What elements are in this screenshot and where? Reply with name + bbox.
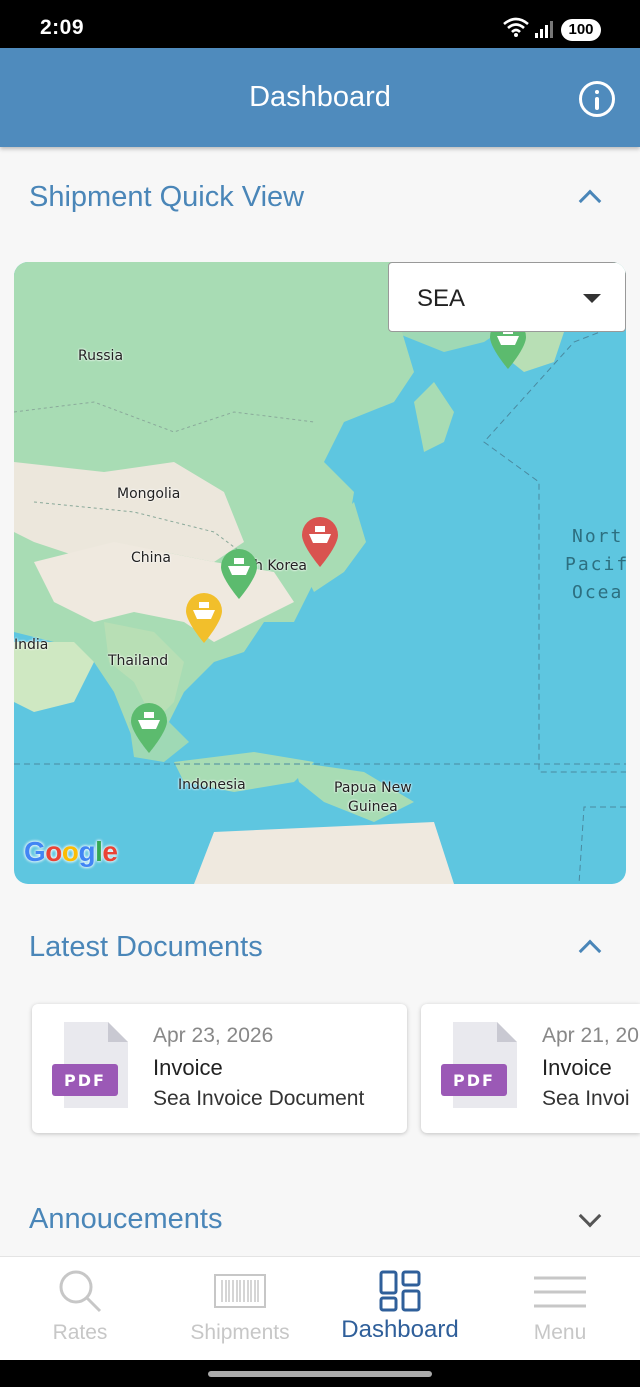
battery-indicator: 100 xyxy=(561,19,601,41)
latest-documents-title[interactable]: Latest Documents xyxy=(29,931,263,964)
document-description: Sea Invoice Document xyxy=(153,1087,365,1110)
shipment-quick-view-title[interactable]: Shipment Quick View xyxy=(29,181,304,214)
nav-item-shipments[interactable]: Shipments xyxy=(160,1257,320,1361)
shipment-pin-red[interactable] xyxy=(300,516,340,568)
dropdown-arrow-icon xyxy=(583,294,601,303)
pdf-file-icon: PDF xyxy=(52,1022,128,1108)
document-card[interactable]: PDF Apr 23, 2026 Invoice Sea Invoice Doc… xyxy=(32,1004,407,1133)
document-card[interactable]: PDF Apr 21, 20 Invoice Sea Invoi xyxy=(421,1004,640,1133)
system-home-bar xyxy=(0,1360,640,1387)
collapse-shipment-view-chevron-icon[interactable] xyxy=(578,189,602,213)
google-logo: Google xyxy=(24,836,118,867)
collapse-documents-chevron-icon[interactable] xyxy=(578,939,602,963)
status-bar: 2:09 100 xyxy=(0,0,640,48)
ocean-label-line2: Pacif xyxy=(565,554,626,575)
nav-label-shipments: Shipments xyxy=(190,1321,290,1344)
menu-icon xyxy=(534,1276,586,1308)
nav-label-menu: Menu xyxy=(533,1321,587,1344)
wifi-icon xyxy=(503,17,529,37)
map-label-india: India xyxy=(14,637,49,653)
transport-mode-value: SEA xyxy=(417,285,466,312)
expand-announcements-chevron-icon[interactable] xyxy=(578,1204,602,1228)
announcements-title[interactable]: Annoucements xyxy=(29,1203,222,1236)
map-label-russia: Russia xyxy=(78,348,124,364)
bottom-navigation: Rates Shipments Dashboard Menu xyxy=(0,1256,640,1360)
shipment-map[interactable]: Russia Mongolia China h Korea India Thai… xyxy=(14,262,626,884)
transport-mode-select[interactable]: SEA xyxy=(388,262,626,332)
nav-item-dashboard[interactable]: Dashboard xyxy=(320,1257,480,1361)
document-date: Apr 21, 20 xyxy=(542,1024,639,1047)
home-gesture-handle[interactable] xyxy=(208,1371,432,1377)
map-label-guinea: Guinea xyxy=(348,799,398,815)
nav-item-rates[interactable]: Rates xyxy=(0,1257,160,1361)
shipment-pin-green[interactable] xyxy=(219,548,259,600)
app-bar: Dashboard xyxy=(0,48,640,147)
ocean-label-line3: Ocea xyxy=(572,582,624,603)
search-icon xyxy=(59,1270,102,1313)
nav-item-menu[interactable]: Menu xyxy=(480,1257,640,1361)
signal-icon xyxy=(535,21,553,38)
map-label-indonesia: Indonesia xyxy=(178,777,246,793)
shipment-pin-yellow[interactable] xyxy=(184,592,224,644)
pdf-badge-label: PDF xyxy=(64,1071,106,1090)
ocean-label-line1: Nort xyxy=(572,526,624,547)
dashboard-icon xyxy=(379,1270,421,1312)
nav-label-rates: Rates xyxy=(52,1321,108,1344)
map-label-papua-new: Papua New xyxy=(334,780,412,796)
nav-label-dashboard: Dashboard xyxy=(341,1316,459,1343)
info-icon[interactable] xyxy=(579,81,615,117)
document-description: Sea Invoi xyxy=(542,1087,630,1110)
shipment-pin-green[interactable] xyxy=(129,702,169,754)
barcode-icon xyxy=(214,1274,266,1308)
document-date: Apr 23, 2026 xyxy=(153,1024,274,1047)
pdf-badge-label: PDF xyxy=(453,1071,495,1090)
map-label-china: China xyxy=(131,550,171,566)
page-title: Dashboard xyxy=(249,81,391,113)
document-type: Invoice xyxy=(542,1055,612,1080)
map-label-thailand: Thailand xyxy=(108,653,169,669)
document-type: Invoice xyxy=(153,1055,223,1080)
pdf-file-icon: PDF xyxy=(441,1022,517,1108)
map-label-mongolia: Mongolia xyxy=(117,486,181,502)
status-time: 2:09 xyxy=(40,16,85,39)
